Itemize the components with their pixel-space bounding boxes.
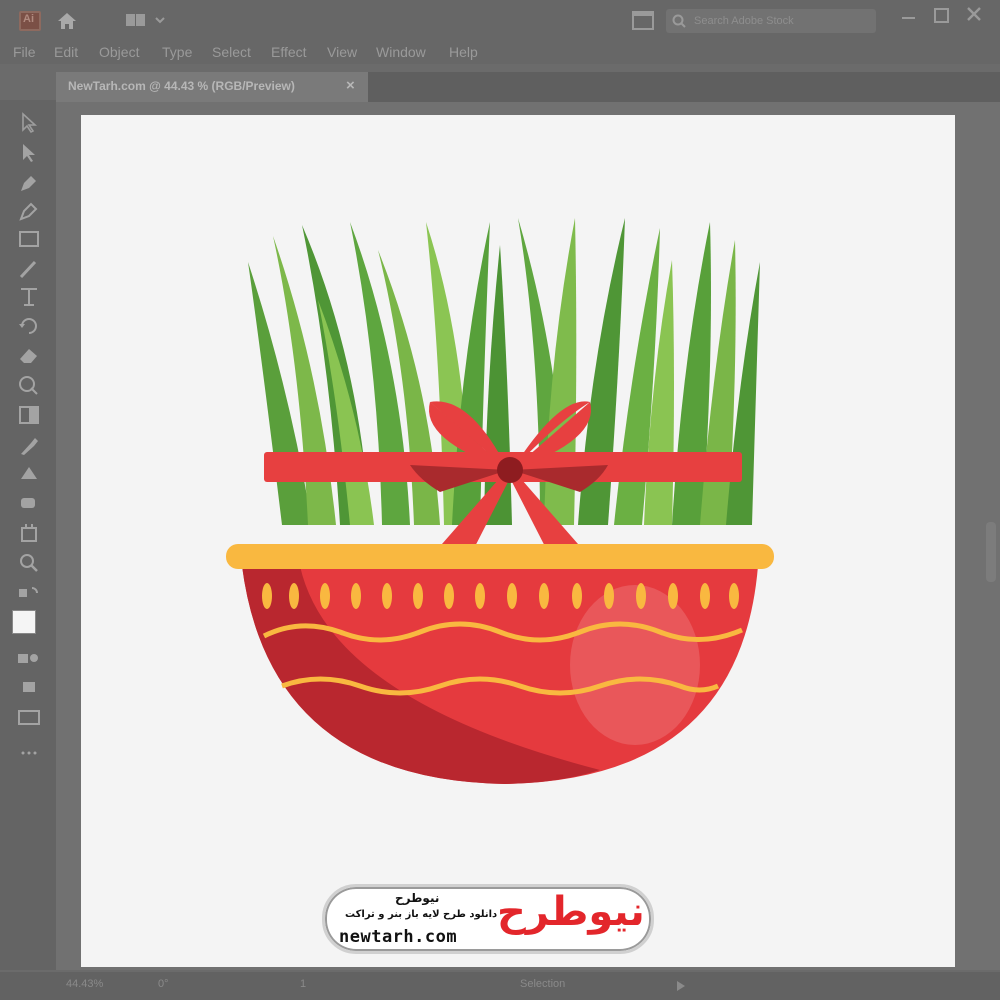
brand-url: newtarh.com: [339, 927, 458, 947]
brand-logo-mark: نیوطرح: [497, 889, 645, 935]
sabzeh-illustration: [226, 218, 774, 784]
zoom-level[interactable]: 44.43%: [66, 978, 103, 990]
play-icon[interactable]: [676, 980, 686, 992]
current-tool-mode: Selection: [520, 978, 566, 990]
artboard-number[interactable]: 1: [300, 978, 306, 990]
brand-name-fa: نیوطرح: [395, 891, 440, 905]
tagline-fa: دانلود طرح لایه باز بنر و تراکت: [345, 909, 498, 920]
newtarh-logo-badge: نیوطرح دانلود طرح لایه باز بنر و تراکت n…: [322, 884, 654, 954]
status-bar: 44.43% 0° 1 Selection: [0, 972, 1000, 1000]
red-bowl: [226, 544, 774, 784]
rotation-value[interactable]: 0°: [158, 978, 169, 990]
